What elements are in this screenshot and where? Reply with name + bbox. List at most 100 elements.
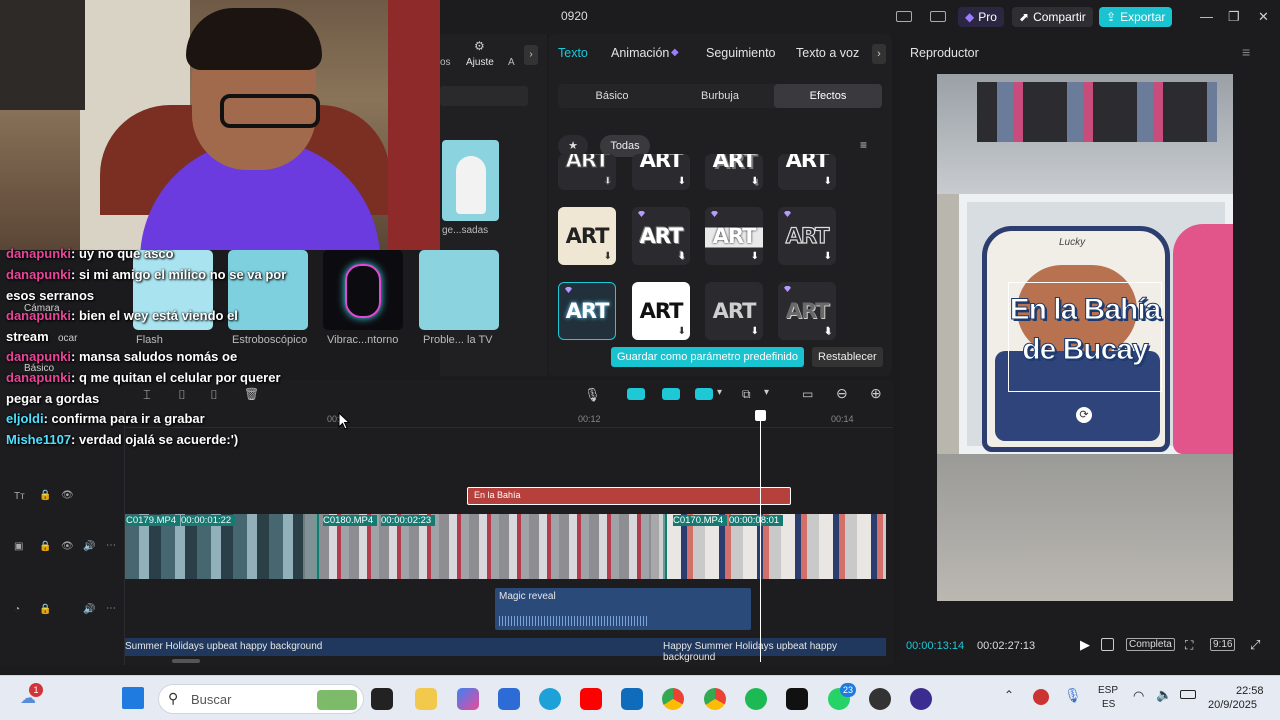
effect-thumb-strobe[interactable] (228, 250, 308, 330)
download-icon[interactable]: ⬇ (824, 176, 832, 187)
download-icon[interactable]: ⬇ (678, 251, 686, 262)
wifi-icon[interactable]: ◠ (1133, 688, 1144, 704)
volume-icon[interactable]: 🔈 (1156, 687, 1172, 703)
clock-time[interactable]: 22:58 (1236, 685, 1264, 697)
h-scrollbar[interactable] (172, 659, 200, 663)
download-icon[interactable]: ⬇ (751, 176, 759, 187)
fit-icon[interactable]: ⛶ (1185, 638, 1193, 653)
effect-thumb-tv[interactable] (419, 250, 499, 330)
tab-texto[interactable]: Texto (558, 46, 588, 60)
file-explorer-icon[interactable] (415, 688, 437, 710)
filter-icon[interactable]: ≡ (860, 138, 867, 152)
download-icon[interactable]: ⬇ (678, 326, 686, 337)
eye-icon[interactable]: 👁 (61, 490, 74, 501)
compose-icon[interactable]: ⧉ (742, 387, 751, 402)
tray-app-icon[interactable] (1033, 689, 1049, 705)
capture-icon[interactable] (1101, 638, 1114, 651)
segment-efectos[interactable]: Efectos (774, 84, 882, 108)
task-view-icon[interactable] (371, 688, 393, 710)
snap-icon[interactable] (695, 388, 713, 400)
more-icon[interactable]: ⋯ (106, 540, 116, 551)
effect-tile[interactable]: ART ⬇ (705, 282, 763, 340)
capcut-icon[interactable] (786, 688, 808, 710)
left-chevron-icon[interactable]: › (524, 45, 538, 65)
chevron-up-icon[interactable]: ⌃ (1004, 688, 1014, 702)
magnet-icon[interactable] (662, 388, 680, 400)
spotify-icon[interactable] (745, 688, 767, 710)
zoom-in-icon[interactable]: ⊕ (870, 385, 882, 402)
effect-tile[interactable]: ART ⬇ (778, 154, 836, 190)
effect-tile[interactable]: ART ⬇ (705, 207, 763, 265)
segment-burbuja[interactable]: Burbuja (666, 84, 774, 108)
split-icon[interactable]: ⌶ (143, 387, 151, 403)
fullscreen-icon[interactable]: ⤢ (1250, 637, 1260, 653)
lang-line2[interactable]: ES (1102, 699, 1115, 710)
text-overlay-box[interactable]: En la Bahía de Bucay (1008, 282, 1162, 392)
zoom-out-icon[interactable]: ⊖ (836, 385, 848, 402)
sfx-clip[interactable]: Magic reveal (495, 588, 751, 630)
effect-tile[interactable]: ART ⬇ (778, 207, 836, 265)
tab-seguimiento[interactable]: Seguimiento (706, 46, 776, 60)
speaker-icon[interactable]: 🔊 (83, 541, 95, 552)
obs-icon[interactable] (910, 688, 932, 710)
tabs-next-icon[interactable]: › (872, 44, 886, 64)
effect-tile[interactable]: ART ⬇ (632, 282, 690, 340)
download-icon[interactable]: ⬇ (824, 326, 832, 337)
reset-button[interactable]: Restablecer (812, 347, 883, 367)
microphone-icon[interactable]: 🎙 (584, 387, 601, 403)
video-clip[interactable]: C0170.MP4 00:00:08:01 (667, 514, 886, 579)
chevron-down-icon[interactable]: ▾ (764, 387, 769, 398)
lock-icon[interactable]: 🔒 (39, 604, 51, 615)
text-clip[interactable]: En la Bahía (467, 487, 791, 505)
download-icon[interactable]: ⬇ (603, 176, 613, 188)
video-clip[interactable]: C0179.MP4 00:00:01:22 (125, 514, 315, 579)
download-icon[interactable]: ⬇ (751, 326, 759, 337)
pro-button[interactable]: ◆ Pro (958, 7, 1004, 27)
lang-line1[interactable]: ESP (1098, 685, 1118, 696)
speaker-icon[interactable]: 🔊 (83, 604, 95, 615)
taskbar-search[interactable]: ⚲ Buscar (158, 684, 364, 714)
split-left-icon[interactable]: ⌷ (178, 387, 186, 403)
menu-icon[interactable]: ≡ (1242, 44, 1250, 60)
effect-tile[interactable]: ART ⬇ (558, 154, 616, 190)
delete-icon[interactable]: 🗑 (244, 387, 259, 401)
segment-basico[interactable]: Básico (558, 84, 666, 108)
clock-date[interactable]: 20/9/2025 (1208, 699, 1257, 711)
effect-tile[interactable]: ART ⬇ (558, 207, 616, 265)
youtube-icon[interactable] (580, 688, 602, 710)
download-icon[interactable]: ⬇ (751, 251, 759, 262)
minimize-icon[interactable]: — (1200, 9, 1213, 24)
save-preset-button[interactable]: Guardar como parámetro predefinido (611, 347, 804, 367)
eye-icon[interactable]: 👁 (61, 541, 74, 552)
transition-marker[interactable] (651, 514, 665, 579)
store-icon[interactable] (498, 688, 520, 710)
battery-icon[interactable] (1180, 690, 1196, 699)
download-icon[interactable]: ⬇ (678, 176, 686, 187)
close-icon[interactable]: ✕ (1258, 9, 1269, 25)
lock-icon[interactable]: 🔒 (39, 541, 51, 552)
maximize-icon[interactable]: ❐ (1228, 9, 1240, 25)
transition-marker[interactable] (303, 514, 317, 579)
playhead[interactable] (760, 410, 761, 662)
preview-axis-icon[interactable]: ▭ (802, 387, 813, 401)
music-clip[interactable]: Summer Holidays upbeat happy background (125, 638, 661, 656)
share-button[interactable]: ⬈ Compartir (1012, 7, 1093, 27)
start-button[interactable] (122, 687, 144, 709)
left-tab-partial-2[interactable]: A (508, 57, 515, 68)
more-icon[interactable]: ⋯ (106, 603, 116, 614)
tab-animacion[interactable]: Animación (611, 46, 669, 60)
music-clip[interactable]: Happy Summer Holidays upbeat happy backg… (661, 638, 886, 663)
split-right-icon[interactable]: ⌷ (210, 387, 218, 403)
link-icon[interactable] (627, 388, 645, 400)
layout-icon[interactable] (896, 11, 912, 22)
rotate-handle-icon[interactable]: ⟳ (1076, 407, 1092, 423)
lock-icon[interactable]: 🔒 (39, 490, 51, 501)
effect-thumb[interactable] (442, 140, 499, 221)
effect-tile-selected[interactable]: ART (558, 282, 616, 340)
tab-texto-a-voz[interactable]: Texto a voz (796, 46, 859, 60)
copilot-icon[interactable] (457, 688, 479, 710)
play-icon[interactable]: ▶ (1080, 637, 1090, 653)
ratio-button[interactable]: 9:16 (1210, 638, 1236, 651)
app-icon[interactable] (869, 688, 891, 710)
left-tab-partial[interactable]: os (440, 57, 451, 68)
